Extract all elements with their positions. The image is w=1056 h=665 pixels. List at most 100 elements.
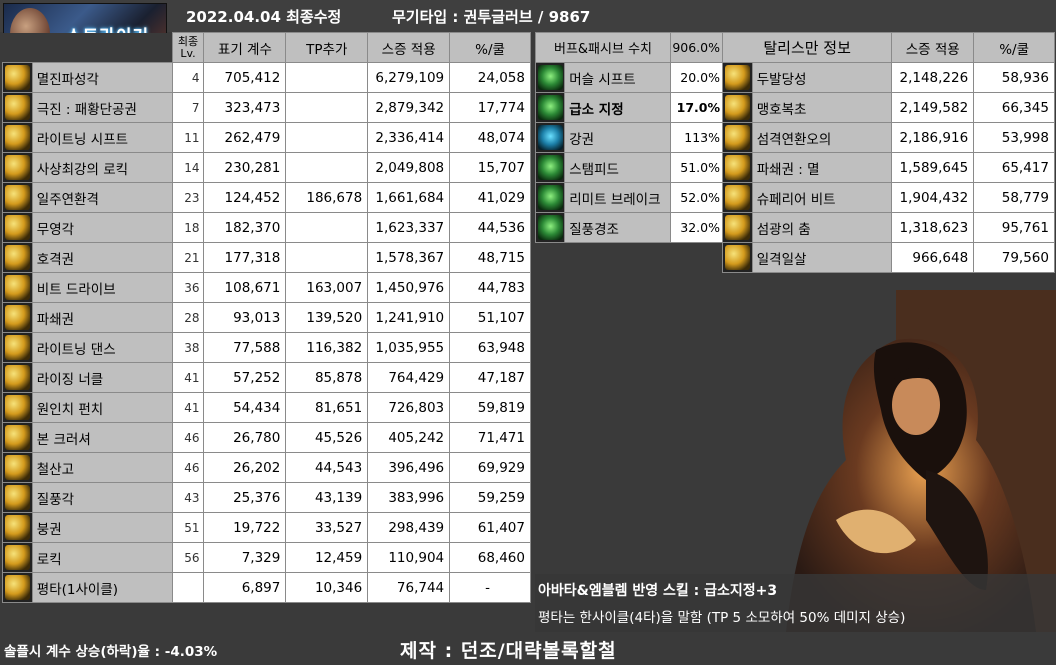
talisman-per-cooldown: 58,936 — [973, 62, 1055, 93]
skill-tp-bonus: 33,527 — [285, 512, 369, 543]
skill-name: 평타(1사이클) — [31, 572, 173, 603]
skill-tp-bonus: 139,520 — [285, 302, 369, 333]
talisman-applied-damage: 1,318,623 — [891, 212, 975, 243]
skill-level: 7 — [171, 92, 205, 123]
skill-name: 파쇄권 — [31, 302, 173, 333]
skill-applied-damage: 764,429 — [367, 362, 451, 393]
talisman-icon-cell — [722, 152, 753, 183]
talisman-row: 일격일살 966,648 79,560 — [722, 242, 1055, 273]
skill-coefficient: 25,376 — [203, 482, 287, 513]
skill-row: 비트 드라이브 36 108,671 163,007 1,450,976 44,783 — [2, 272, 531, 303]
skill-per-cooldown: 61,407 — [449, 512, 531, 543]
skill-per-cooldown: 17,774 — [449, 92, 531, 123]
buff-row: 리미트 브레이크 52.0% — [534, 182, 726, 213]
buff-value: 52.0% — [670, 182, 726, 213]
buff-name: 머슬 시프트 — [564, 62, 672, 93]
skill-tp-bonus: 85,878 — [285, 362, 369, 393]
skill-row: 라이징 너클 41 57,252 85,878 764,429 47,187 — [2, 362, 531, 393]
talisman-row: 섬광의 춤 1,318,623 95,761 — [722, 212, 1055, 243]
skill-row: 극진 : 패황단공권 7 323,473 2,879,342 17,774 — [2, 92, 531, 123]
buff-header-value: 906.0% — [670, 32, 726, 63]
skill-applied-damage: 1,661,684 — [367, 182, 451, 213]
buff-value: 51.0% — [670, 152, 726, 183]
buff-icon-cell — [534, 62, 566, 93]
skill-name: 호격권 — [31, 242, 173, 273]
skill-per-cooldown: 15,707 — [449, 152, 531, 183]
buff-icon-cell — [534, 122, 566, 153]
buff-value: 113% — [670, 122, 726, 153]
buff-row: 머슬 시프트 20.0% — [534, 62, 726, 93]
skill-level: 51 — [171, 512, 205, 543]
skill-applied-damage: 1,241,910 — [367, 302, 451, 333]
skill-per-cooldown: 48,074 — [449, 122, 531, 153]
skill-icon-cell — [2, 392, 33, 423]
talisman-icon — [725, 245, 750, 270]
talisman-name: 맹호복초 — [751, 92, 893, 123]
skill-tp-bonus: 10,346 — [285, 572, 369, 603]
skill-name: 라이징 너클 — [31, 362, 173, 393]
skill-applied-damage: 6,279,109 — [367, 62, 451, 93]
talisman-row: 두발당성 2,148,226 58,936 — [722, 62, 1055, 93]
skill-row: 일주연환격 23 124,452 186,678 1,661,684 41,029 — [2, 182, 531, 213]
buff-icon — [538, 125, 563, 150]
talisman-applied-damage: 966,648 — [891, 242, 975, 273]
skill-applied-damage: 76,744 — [367, 572, 451, 603]
skill-row: 라이트닝 시프트 11 262,479 2,336,414 48,074 — [2, 122, 531, 153]
skill-level: 4 — [171, 62, 205, 93]
skill-icon-cell — [2, 362, 33, 393]
skill-row: 철산고 46 26,202 44,543 396,496 69,929 — [2, 452, 531, 483]
talisman-row: 슈페리어 비트 1,904,432 58,779 — [722, 182, 1055, 213]
skill-icon — [5, 275, 30, 300]
talisman-per-cool-header: %/쿨 — [973, 32, 1055, 63]
buff-row: 강권 113% — [534, 122, 726, 153]
skill-per-cooldown: 48,715 — [449, 242, 531, 273]
buff-icon — [538, 65, 563, 90]
skill-level: 46 — [171, 452, 205, 483]
skill-coefficient: 177,318 — [203, 242, 287, 273]
skill-coefficient: 230,281 — [203, 152, 287, 183]
buff-icon — [538, 215, 563, 240]
skill-applied-damage: 1,035,955 — [367, 332, 451, 363]
lv-header: 최종 Lv. — [171, 32, 205, 63]
buff-row: 스탬피드 51.0% — [534, 152, 726, 183]
talisman-name: 두발당성 — [751, 62, 893, 93]
skill-per-cooldown: 51,107 — [449, 302, 531, 333]
talisman-icon — [725, 215, 750, 240]
buff-name: 급소 지정 — [564, 92, 672, 123]
talisman-icon — [725, 185, 750, 210]
skill-icon-cell — [2, 182, 33, 213]
skill-level: 23 — [171, 182, 205, 213]
talisman-row: 맹호복초 2,149,582 66,345 — [722, 92, 1055, 123]
applied-header: 스증 적용 — [367, 32, 451, 63]
skill-icon — [5, 305, 30, 330]
skill-tp-bonus: 44,543 — [285, 452, 369, 483]
buff-name: 질풍경조 — [564, 212, 672, 243]
skill-tp-bonus — [285, 62, 369, 93]
skill-per-cooldown: 44,536 — [449, 212, 531, 243]
skill-icon-cell — [2, 272, 33, 303]
skill-tp-bonus: 81,651 — [285, 392, 369, 423]
skill-tp-bonus: 43,139 — [285, 482, 369, 513]
buff-icon-cell — [534, 182, 566, 213]
skill-name: 로킥 — [31, 542, 173, 573]
skill-applied-damage: 726,803 — [367, 392, 451, 423]
skill-icon-cell — [2, 422, 33, 453]
skill-row: 호격권 21 177,318 1,578,367 48,715 — [2, 242, 531, 273]
skill-icon-cell — [2, 122, 33, 153]
skill-applied-damage: 383,996 — [367, 482, 451, 513]
talisman-icon-cell — [722, 92, 753, 123]
talisman-per-cooldown: 58,779 — [973, 182, 1055, 213]
talisman-icon — [725, 125, 750, 150]
skill-per-cooldown: 63,948 — [449, 332, 531, 363]
skill-name: 질풍각 — [31, 482, 173, 513]
skill-coefficient: 26,780 — [203, 422, 287, 453]
skill-tp-bonus: 45,526 — [285, 422, 369, 453]
talisman-name: 파쇄권 : 멸 — [751, 152, 893, 183]
skill-name: 라이트닝 시프트 — [31, 122, 173, 153]
talisman-per-cooldown: 66,345 — [973, 92, 1055, 123]
skill-level: 43 — [171, 482, 205, 513]
skill-coefficient: 262,479 — [203, 122, 287, 153]
skill-level: 38 — [171, 332, 205, 363]
skill-name: 철산고 — [31, 452, 173, 483]
skill-applied-damage: 396,496 — [367, 452, 451, 483]
